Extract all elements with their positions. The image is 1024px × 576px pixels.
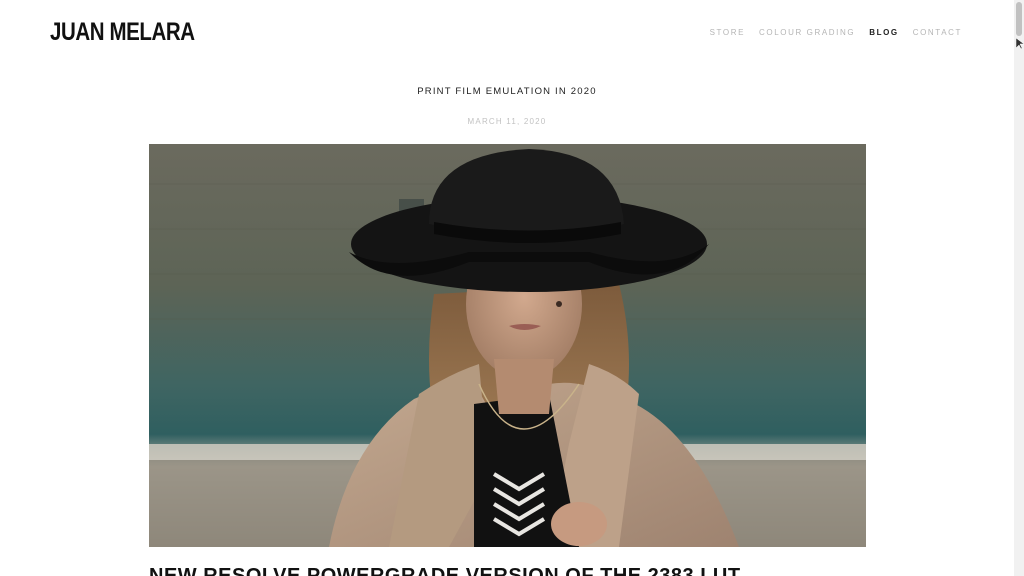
site-logo[interactable]: JUAN MELARA <box>50 18 195 47</box>
hero-photo <box>149 144 866 547</box>
main-nav: STORE COLOUR GRADING BLOG CONTACT <box>710 28 962 37</box>
mouse-cursor-icon <box>1016 38 1024 50</box>
page: JUAN MELARA STORE COLOUR GRADING BLOG CO… <box>0 0 1024 576</box>
post-hero-image[interactable] <box>149 144 866 547</box>
page-scrollbar[interactable] <box>1014 0 1024 576</box>
nav-item-colour-grading[interactable]: COLOUR GRADING <box>759 28 855 37</box>
scrollbar-thumb[interactable] <box>1016 2 1022 36</box>
nav-item-store[interactable]: STORE <box>710 28 745 37</box>
post-title[interactable]: PRINT FILM EMULATION IN 2020 <box>0 86 1014 97</box>
nav-item-blog[interactable]: BLOG <box>869 28 899 37</box>
nav-item-contact[interactable]: CONTACT <box>913 28 962 37</box>
next-post-title[interactable]: NEW RESOLVE POWERGRADE VERSION OF THE 23… <box>149 565 741 576</box>
post-date: MARCH 11, 2020 <box>467 117 547 126</box>
